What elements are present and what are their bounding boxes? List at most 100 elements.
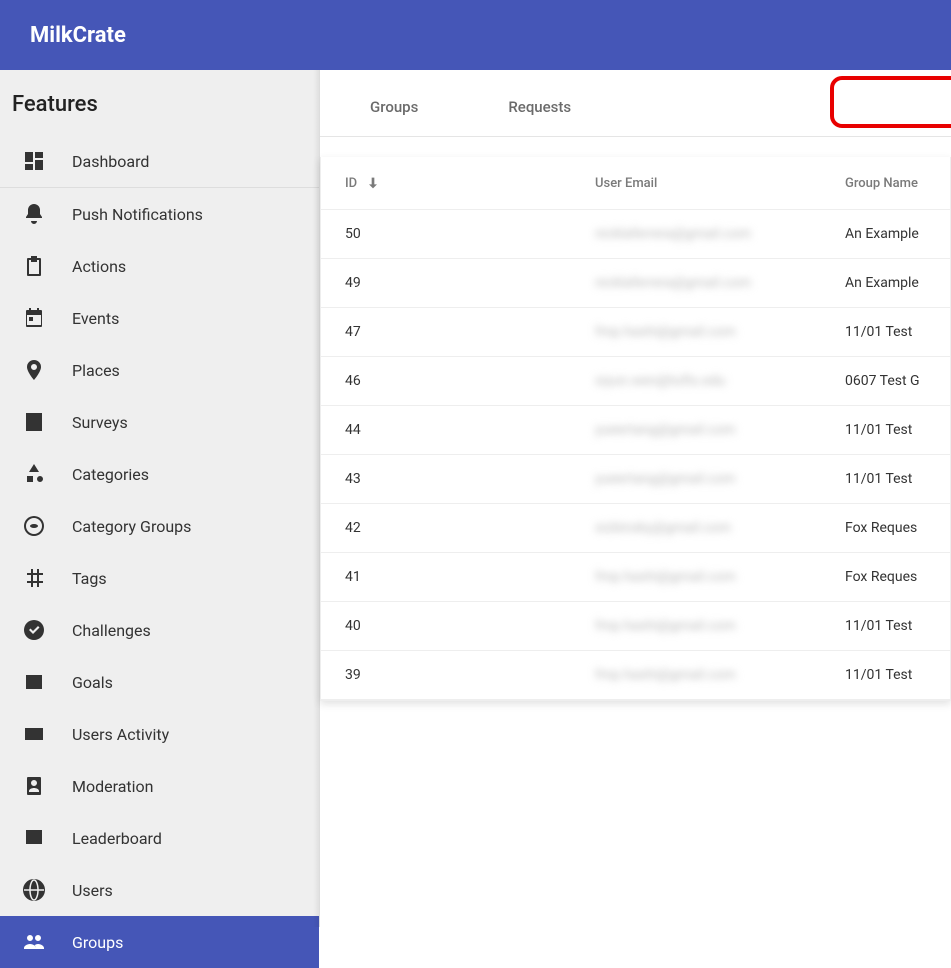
sidebar-item-label: Users Activity bbox=[72, 725, 169, 744]
calendar-icon bbox=[22, 306, 46, 330]
column-header-email[interactable]: User Email bbox=[595, 176, 845, 191]
sidebar-item-events[interactable]: Events bbox=[0, 292, 319, 344]
cell-group: 11/01 Test bbox=[845, 324, 926, 340]
sidebar-item-label: Leaderboard bbox=[72, 829, 162, 848]
sidebar-item-dashboard[interactable]: Dashboard bbox=[0, 135, 319, 188]
cell-email: yueertang@gmail.com bbox=[595, 471, 845, 487]
sidebar-item-label: Surveys bbox=[72, 413, 128, 432]
cell-id: 41 bbox=[345, 569, 595, 585]
cell-email: fmp.hashi@gmail.com bbox=[595, 667, 845, 683]
sidebar-item-goals[interactable]: Goals bbox=[0, 656, 319, 708]
cell-group: 11/01 Test bbox=[845, 422, 926, 438]
sidebar-item-label: Push Notifications bbox=[72, 205, 203, 224]
sidebar-item-moderation[interactable]: Moderation bbox=[0, 760, 319, 812]
sidebar-item-push-notifications[interactable]: Push Notifications bbox=[0, 188, 319, 240]
place-icon bbox=[22, 358, 46, 382]
globe-icon bbox=[22, 878, 46, 902]
cell-id: 40 bbox=[345, 618, 595, 634]
shapes-icon bbox=[22, 462, 46, 486]
clipboard-icon bbox=[22, 254, 46, 278]
sidebar-item-label: Challenges bbox=[72, 621, 151, 640]
column-header-id[interactable]: ID bbox=[345, 175, 595, 191]
sphere-icon bbox=[22, 514, 46, 538]
requests-table: ID User Email Group Name 50nicklaferrera… bbox=[320, 157, 951, 701]
cell-id: 44 bbox=[345, 422, 595, 438]
cell-id: 46 bbox=[345, 373, 595, 389]
cell-email: sizbinsky@gmail.com bbox=[595, 520, 845, 536]
table-row[interactable]: 40fmp.hashi@gmail.com11/01 Test bbox=[321, 602, 950, 651]
sidebar-item-label: Dashboard bbox=[72, 152, 149, 171]
table-header: ID User Email Group Name bbox=[321, 157, 950, 210]
cell-group: Fox Reques bbox=[845, 520, 926, 536]
sidebar-item-places[interactable]: Places bbox=[0, 344, 319, 396]
cell-id: 43 bbox=[345, 471, 595, 487]
column-header-group[interactable]: Group Name bbox=[845, 176, 926, 191]
sidebar-item-surveys[interactable]: Surveys bbox=[0, 396, 319, 448]
leaderboard-icon bbox=[22, 826, 46, 850]
cell-id: 42 bbox=[345, 520, 595, 536]
sidebar-heading: Features bbox=[0, 70, 319, 135]
rect-icon bbox=[22, 722, 46, 746]
cell-id: 49 bbox=[345, 275, 595, 291]
sidebar-item-label: Goals bbox=[72, 673, 113, 692]
cell-id: 50 bbox=[345, 226, 595, 242]
sidebar-item-category-groups[interactable]: Category Groups bbox=[0, 500, 319, 552]
table-row[interactable]: 42sizbinsky@gmail.comFox Reques bbox=[321, 504, 950, 553]
cell-email: fmp.hashi@gmail.com bbox=[595, 618, 845, 634]
cell-group: An Example bbox=[845, 226, 926, 242]
sidebar-item-tags[interactable]: Tags bbox=[0, 552, 319, 604]
sidebar-item-label: Users bbox=[72, 881, 113, 900]
cell-email: nicklaferrera@gmail.com bbox=[595, 226, 845, 242]
cell-email: siyun.wen@tufts.edu bbox=[595, 373, 845, 389]
sidebar-item-label: Categories bbox=[72, 465, 149, 484]
sidebar-item-groups[interactable]: Groups bbox=[0, 916, 319, 968]
table-row[interactable]: 41fmp.hashi@gmail.comFox Reques bbox=[321, 553, 950, 602]
sidebar-item-label: Tags bbox=[72, 569, 107, 588]
sidebar-item-challenges[interactable]: Challenges bbox=[0, 604, 319, 656]
tabs: Groups Requests bbox=[320, 78, 951, 137]
table-row[interactable]: 47fmp.hashi@gmail.com11/01 Test bbox=[321, 308, 950, 357]
bell-icon bbox=[22, 202, 46, 226]
cell-email: nicklaferrera@gmail.com bbox=[595, 275, 845, 291]
cell-email: fmp.hashi@gmail.com bbox=[595, 324, 845, 340]
table-row[interactable]: 43yueertang@gmail.com11/01 Test bbox=[321, 455, 950, 504]
sidebar-item-label: Events bbox=[72, 309, 119, 328]
dashboard-icon bbox=[22, 149, 46, 173]
cell-group: An Example bbox=[845, 275, 926, 291]
column-header-id-label: ID bbox=[345, 176, 357, 191]
sidebar-item-categories[interactable]: Categories bbox=[0, 448, 319, 500]
cell-group: 0607 Test G bbox=[845, 373, 926, 389]
cell-group: Fox Reques bbox=[845, 569, 926, 585]
brand-title: MilkCrate bbox=[30, 23, 126, 48]
badge-icon bbox=[22, 774, 46, 798]
check-circle-icon bbox=[22, 618, 46, 642]
cell-email: yueertang@gmail.com bbox=[595, 422, 845, 438]
tab-requests[interactable]: Requests bbox=[448, 78, 631, 136]
table-row[interactable]: 46siyun.wen@tufts.edu0607 Test G bbox=[321, 357, 950, 406]
sort-desc-icon bbox=[365, 175, 381, 191]
cell-group: 11/01 Test bbox=[845, 618, 926, 634]
top-bar: MilkCrate bbox=[0, 0, 951, 70]
hash-icon bbox=[22, 566, 46, 590]
groups-icon bbox=[22, 930, 46, 954]
meter-icon bbox=[22, 670, 46, 694]
table-row[interactable]: 50nicklaferrera@gmail.comAn Example bbox=[321, 210, 950, 259]
cell-id: 39 bbox=[345, 667, 595, 683]
sidebar-item-label: Moderation bbox=[72, 777, 154, 796]
cell-email: fmp.hashi@gmail.com bbox=[595, 569, 845, 585]
sidebar-item-label: Groups bbox=[72, 933, 123, 952]
table-row[interactable]: 49nicklaferrera@gmail.comAn Example bbox=[321, 259, 950, 308]
cell-group: 11/01 Test bbox=[845, 471, 926, 487]
survey-icon bbox=[22, 410, 46, 434]
tab-groups[interactable]: Groups bbox=[340, 78, 448, 136]
sidebar: Features Dashboard Push Notifications Ac… bbox=[0, 70, 320, 927]
sidebar-item-users-activity[interactable]: Users Activity bbox=[0, 708, 319, 760]
table-row[interactable]: 44yueertang@gmail.com11/01 Test bbox=[321, 406, 950, 455]
table-row[interactable]: 39fmp.hashi@gmail.com11/01 Test bbox=[321, 651, 950, 700]
sidebar-item-label: Places bbox=[72, 361, 120, 380]
sidebar-item-users[interactable]: Users bbox=[0, 864, 319, 916]
sidebar-item-leaderboard[interactable]: Leaderboard bbox=[0, 812, 319, 864]
sidebar-item-actions[interactable]: Actions bbox=[0, 240, 319, 292]
sidebar-item-label: Category Groups bbox=[72, 517, 191, 536]
sidebar-item-label: Actions bbox=[72, 257, 126, 276]
